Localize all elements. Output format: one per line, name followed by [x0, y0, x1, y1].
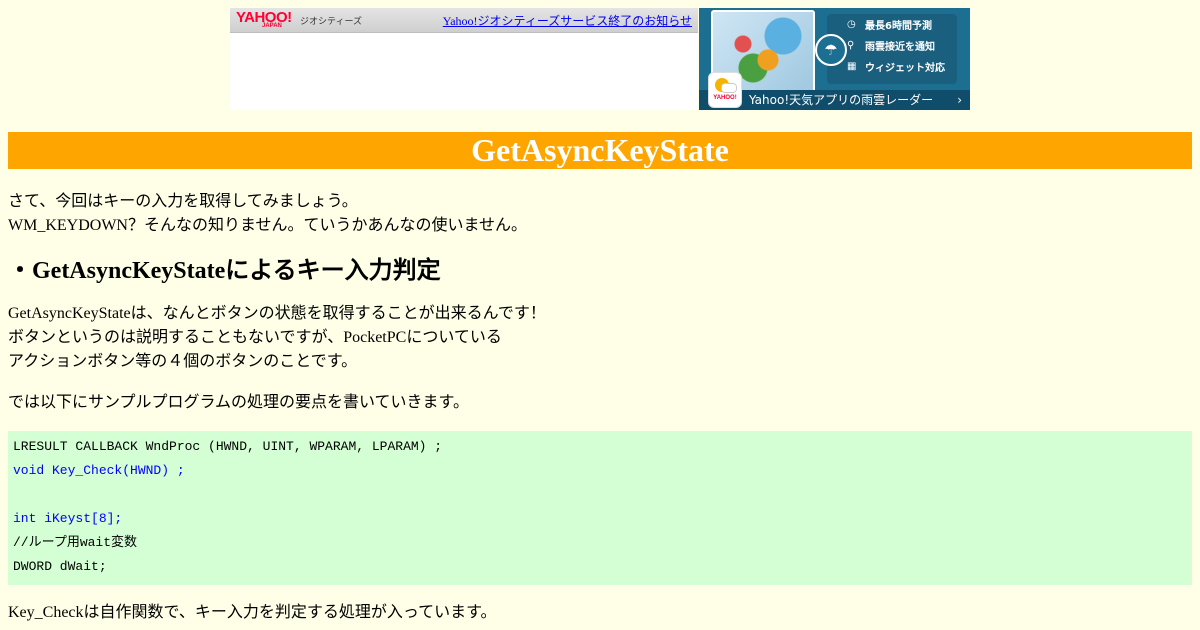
feature-label: 雨雲接近を通知 — [865, 42, 935, 53]
yahoo-japan-sub: JAPAN — [262, 23, 282, 29]
feature-label: ウィジェット対応 — [865, 63, 945, 74]
section-heading: ・GetAsyncKeyStateによるキー入力判定 — [8, 258, 441, 284]
sample-intro-paragraph: では以下にサンプルプログラムの処理の要点を書いていきます。 — [8, 394, 469, 411]
feature-item: ◷ 最長6時間予測 — [827, 14, 957, 35]
pin-icon: ⚲ — [847, 40, 855, 51]
app-promo-label: Yahoo!天気アプリの雨雲レーダー — [749, 93, 934, 107]
code-line: DWORD dWait; — [13, 559, 107, 574]
app-icon-brand: YAHOO! — [713, 95, 737, 101]
code-block: LRESULT CALLBACK WndProc (HWND, UINT, WP… — [8, 431, 1192, 585]
description-line: ボタンというのは説明することもないですが、PocketPCについている — [8, 329, 502, 346]
weather-app-icon: YAHOO! — [708, 72, 742, 108]
description-paragraph: GetAsyncKeyStateは、なんとボタンの状態を取得することが出来るんで… — [8, 302, 546, 374]
notice-bar: YAHOO! JAPAN ジオシティーズ Yahoo!ジオシティーズサービス終了… — [230, 8, 698, 33]
feature-item: ▦ ウィジェット対応 — [827, 56, 957, 77]
code-line: void Key_Check(HWND) ; — [13, 463, 185, 478]
description-line: GetAsyncKeyStateは、なんとボタンの状態を取得することが出来るんで… — [8, 305, 546, 322]
ad-banner: YAHOO! JAPAN ジオシティーズ Yahoo!ジオシティーズサービス終了… — [230, 8, 970, 110]
geocities-notice-panel: YAHOO! JAPAN ジオシティーズ Yahoo!ジオシティーズサービス終了… — [230, 8, 698, 110]
weather-app-ad[interactable]: ◷ 最長6時間予測 ⚲ 雨雲接近を通知 ▦ ウィジェット対応 ☂ Yahoo!天… — [699, 8, 970, 110]
code-line: LRESULT CALLBACK WndProc (HWND, UINT, WP… — [13, 439, 443, 454]
cloud-icon — [721, 83, 737, 93]
clock-icon: ◷ — [847, 19, 856, 30]
page-title-bar: GetAsyncKeyState — [8, 132, 1192, 169]
intro-paragraph: さて、今回はキーの入力を取得してみましょう。 WM_KEYDOWN？そんなの知り… — [8, 190, 527, 238]
chevron-right-icon: › — [957, 93, 962, 107]
key-check-paragraph: Key_Checkは自作関数で、キー入力を判定する処理が入っています。 — [8, 604, 497, 621]
service-end-notice-link[interactable]: Yahoo!ジオシティーズサービス終了のお知らせ — [443, 12, 692, 29]
intro-line: さて、今回はキーの入力を取得してみましょう。 — [8, 193, 358, 210]
code-line: //ループ用wait変数 — [13, 535, 138, 550]
feature-label: 最長6時間予測 — [865, 21, 932, 32]
widget-icon: ▦ — [847, 61, 857, 72]
description-line: アクションボタン等の４個のボタンのことです。 — [8, 353, 358, 370]
page-title: GetAsyncKeyState — [471, 132, 729, 168]
geocities-label: ジオシティーズ — [300, 17, 363, 27]
intro-line: WM_KEYDOWN？そんなの知りません。ていうかあんなの使いません。 — [8, 217, 528, 234]
code-line: int iKeyst[8]; — [13, 511, 123, 526]
rain-cloud-icon: ☂ — [815, 34, 847, 66]
